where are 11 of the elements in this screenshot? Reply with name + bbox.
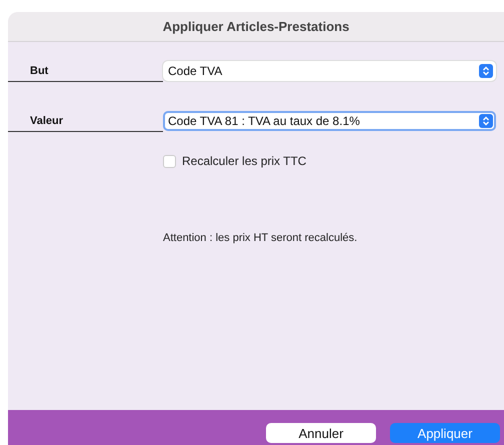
apply-button[interactable]: Appliquer: [390, 423, 500, 443]
cancel-button[interactable]: Annuler: [266, 423, 376, 443]
window-title: Appliquer Articles-Prestations: [8, 12, 504, 42]
notice-text: Attention : les prix HT seront recalculés.: [163, 232, 358, 244]
chevron-icon: [479, 64, 493, 78]
select-field[interactable]: Code TVA 81 : TVA au taux de 8.1%: [163, 111, 496, 131]
field-label: Valeur: [8, 110, 163, 132]
checkbox[interactable]: [163, 154, 176, 168]
chevron-icon: [479, 114, 493, 128]
checkbox-label: Recalculer les prix TTC: [182, 154, 306, 168]
select-field[interactable]: Code TVA: [163, 61, 496, 81]
